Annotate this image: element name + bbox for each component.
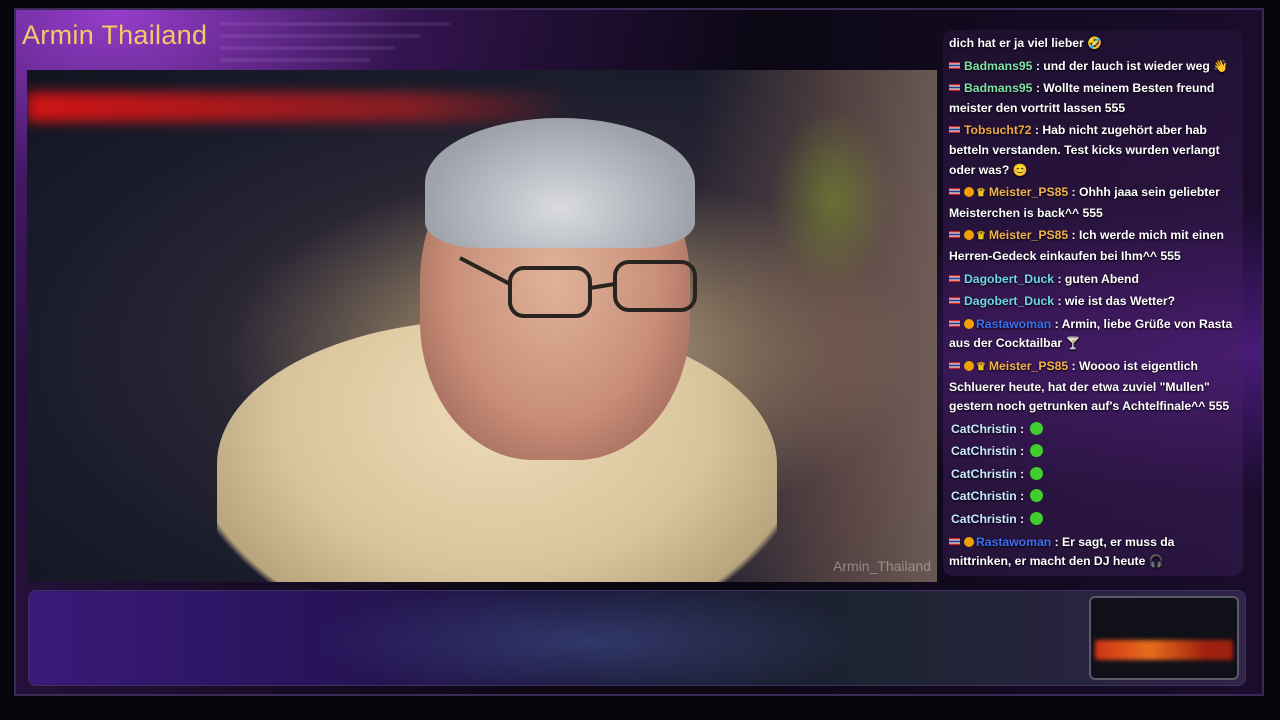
smile-emoji-icon: 😊 [1012, 162, 1028, 177]
stream-title: Armin Thailand [22, 20, 208, 50]
stream-watermark: Armin_Thailand [832, 558, 931, 574]
chat-message: CatChristin : [949, 510, 1239, 530]
sub-badge-icon [964, 230, 974, 241]
glasses-icon [459, 256, 697, 318]
background-red-light [27, 92, 573, 122]
flag-icon [949, 274, 960, 282]
crown-badge-icon: ♛ [976, 230, 986, 243]
chat-username[interactable]: CatChristin [949, 489, 1017, 503]
chat-text: : [1016, 466, 1025, 481]
streamer-hair [425, 118, 695, 248]
chat-username[interactable]: Dagobert_Duck [964, 294, 1054, 308]
flag-icon [949, 188, 960, 196]
sub-badge-icon [964, 187, 974, 198]
decor-line [220, 22, 450, 26]
flag-icon [949, 537, 960, 545]
chat-text: : [1016, 512, 1025, 527]
dj-emoji-icon: 🎧 [1148, 554, 1164, 569]
cocktail-emoji-icon: 🍸 [1065, 336, 1081, 351]
laughing-emoji-icon: 🤣 [1087, 36, 1103, 50]
bottom-overlay-bar [28, 590, 1246, 686]
chat-message: Dagobert_Duck : guten Abend [949, 270, 1239, 290]
flag-icon [949, 297, 960, 305]
chat-text: : [1016, 421, 1025, 436]
chat-username[interactable]: Meister_PS85 [989, 185, 1068, 199]
chat-username[interactable]: Rastawoman [976, 317, 1051, 331]
chat-username[interactable]: Rastawoman [976, 535, 1051, 549]
chat-username[interactable]: CatChristin [949, 422, 1017, 436]
chat-username[interactable]: CatChristin [949, 512, 1017, 526]
flag-icon [949, 319, 960, 327]
sub-badge-icon [964, 360, 974, 371]
decor-line [220, 58, 370, 62]
chat-username[interactable]: Meister_PS85 [989, 228, 1068, 242]
flag-icon [949, 126, 960, 134]
chat-message: Tobsucht72 : Hab nicht zugehört aber hab… [949, 121, 1239, 180]
chat-username[interactable]: Meister_PS85 [989, 359, 1068, 373]
chat-message: Rastawoman : Er sagt, er muss da mittrin… [949, 533, 1239, 572]
chat-username[interactable]: Tobsucht72 [964, 123, 1032, 137]
chat-text: dich hat er ja viel lieber [949, 36, 1084, 50]
flag-icon [949, 84, 960, 92]
chat-username[interactable]: Badmans95 [964, 59, 1032, 73]
chat-message: CatChristin : [949, 465, 1239, 485]
green-emote-icon [1030, 489, 1044, 503]
chat-message: CatChristin : [949, 420, 1239, 440]
flag-icon [949, 231, 960, 239]
crown-badge-icon: ♛ [976, 360, 986, 373]
chat-username[interactable]: CatChristin [949, 467, 1017, 481]
crown-badge-icon: ♛ [976, 187, 986, 200]
chat-text: : wie ist das Wetter? [1057, 294, 1176, 309]
green-emote-icon [1030, 512, 1044, 526]
chat-text: : [1016, 489, 1025, 504]
webcam-video[interactable]: Armin_Thailand [27, 70, 937, 582]
sub-badge-icon [964, 536, 974, 547]
chat-message: Dagobert_Duck : wie ist das Wetter? [949, 292, 1239, 312]
green-emote-icon [1030, 421, 1044, 435]
flag-icon [949, 361, 960, 369]
chat-message: Rastawoman : Armin, liebe Grüße von Rast… [949, 315, 1239, 354]
chat-message: ♛ Meister_PS85 : Ohhh jaaa sein geliebter… [949, 183, 1239, 223]
chat-message: ♛ Meister_PS85 : Ich werde mich mit einen… [949, 226, 1239, 266]
chat-username[interactable]: Dagobert_Duck [964, 272, 1054, 286]
green-emote-icon [1030, 466, 1044, 480]
flag-icon [949, 61, 960, 69]
fire-light [1095, 640, 1233, 660]
green-emote-icon [1030, 444, 1044, 458]
chat-message: dich hat er ja viel lieber 🤣 [949, 34, 1239, 54]
chat-text: : und der lauch ist wieder weg [1035, 58, 1210, 73]
sub-badge-icon [964, 318, 974, 329]
chat-text: : [1016, 444, 1025, 459]
secondary-cam-preview[interactable] [1089, 596, 1239, 680]
chat-message: ♛ Meister_PS85 : Woooo ist eigentlich Sch… [949, 357, 1239, 417]
chat-username[interactable]: Badmans95 [964, 81, 1032, 95]
chat-panel[interactable]: dich hat er ja viel lieber 🤣 Badmans95 :… [943, 30, 1243, 576]
chat-message: CatChristin : [949, 487, 1239, 507]
chat-text: : guten Abend [1057, 271, 1139, 286]
chat-message: Badmans95 : und der lauch ist wieder weg… [949, 57, 1239, 77]
decor-line [220, 46, 395, 50]
chat-message: Badmans95 : Wollte meinem Besten freund … [949, 79, 1239, 118]
decor-line [220, 34, 420, 38]
bar-glow [289, 591, 889, 685]
chat-username[interactable]: CatChristin [949, 444, 1017, 458]
background-plant [767, 100, 897, 300]
hand-wave-emoji-icon: 👋 [1213, 58, 1229, 73]
chat-message: CatChristin : [949, 442, 1239, 462]
